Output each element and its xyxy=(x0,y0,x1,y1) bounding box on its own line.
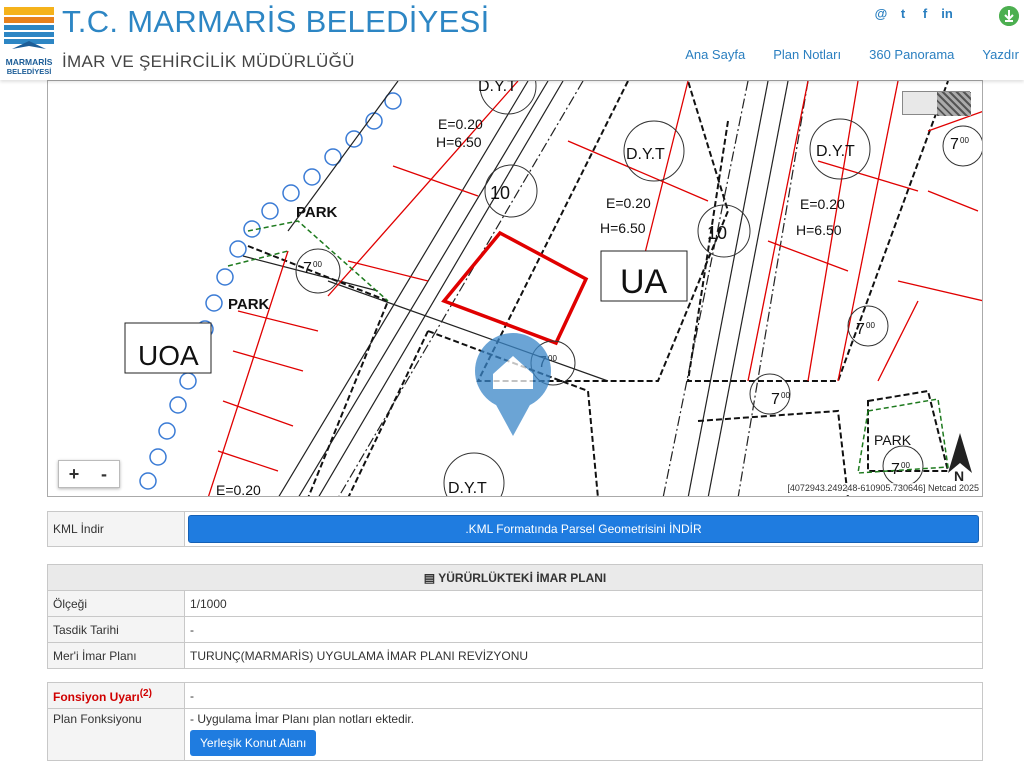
parcel-lines xyxy=(207,81,982,496)
svg-text:7: 7 xyxy=(771,391,780,408)
scale-label: Ölçeği xyxy=(47,590,185,617)
svg-text:PARK: PARK xyxy=(874,432,912,448)
svg-text:MARMARİS: MARMARİS xyxy=(6,57,53,67)
current-plan-label: Mer'i İmar Planı xyxy=(47,642,185,669)
svg-text:10: 10 xyxy=(490,183,510,203)
facebook-icon[interactable]: f xyxy=(918,6,932,21)
residential-area-button[interactable]: Yerleşik Konut Alanı xyxy=(190,730,317,756)
zoom-out-button[interactable]: - xyxy=(89,461,119,487)
zoning-map[interactable]: D.Y.T D.Y.T D.Y.T D.Y.T PARK PARK PARK U… xyxy=(47,80,983,497)
municipality-logo-icon[interactable]: MARMARİS BELEDİYESİ xyxy=(2,5,56,77)
layer-switcher-button[interactable] xyxy=(902,91,971,116)
svg-text:D.Y.T: D.Y.T xyxy=(626,146,665,163)
function-warning-label: Fonsiyon Uyarı(2) xyxy=(47,682,185,709)
twitter-icon[interactable]: t xyxy=(896,6,910,21)
svg-text:00: 00 xyxy=(960,136,969,145)
svg-text:D.Y.T: D.Y.T xyxy=(478,81,517,95)
org-subtitle: İMAR VE ŞEHİRCİLİK MÜDÜRLÜĞÜ xyxy=(62,52,355,71)
svg-text:UOA: UOA xyxy=(138,340,199,371)
road-lines xyxy=(242,81,809,496)
nav-home[interactable]: Ana Sayfa xyxy=(685,47,745,62)
nav-plan-notes[interactable]: Plan Notları xyxy=(773,47,841,62)
function-table: Fonsiyon Uyarı(2) - Plan Fonksiyonu - Uy… xyxy=(47,682,983,761)
kml-label: KML İndir xyxy=(47,511,185,547)
kml-download-button[interactable]: .KML Formatında Parsel Geometrisini İNDİ… xyxy=(188,515,979,543)
map-canvas[interactable]: D.Y.T D.Y.T D.Y.T D.Y.T PARK PARK PARK U… xyxy=(48,81,983,497)
svg-text:7: 7 xyxy=(891,461,900,478)
svg-text:H=6.50: H=6.50 xyxy=(600,220,646,236)
svg-text:N: N xyxy=(954,468,964,484)
org-name: T.C. MARMARİS BELEDİYESİ xyxy=(62,4,490,39)
document-icon: ▤ xyxy=(423,570,439,585)
plan-table: ▤ YÜRÜRLÜKTEKİ İMAR PLANI Ölçeği 1/1000 … xyxy=(47,564,983,669)
svg-text:00: 00 xyxy=(313,260,322,269)
svg-text:PARK: PARK xyxy=(228,296,270,313)
svg-text:7: 7 xyxy=(856,321,865,338)
svg-text:D.Y.T: D.Y.T xyxy=(448,480,487,497)
zoom-controls: + - xyxy=(58,460,120,488)
svg-text:7: 7 xyxy=(303,260,312,277)
svg-text:10: 10 xyxy=(707,223,727,243)
svg-text:E=0.20: E=0.20 xyxy=(800,196,845,212)
north-arrow-icon: N xyxy=(948,433,972,484)
nav-360-panorama[interactable]: 360 Panorama xyxy=(869,47,954,62)
function-warning-value: - xyxy=(184,682,983,709)
plan-title: YÜRÜRLÜKTEKİ İMAR PLANI xyxy=(438,570,607,585)
approval-date-label: Tasdik Tarihi xyxy=(47,616,185,643)
nav-print[interactable]: Yazdır xyxy=(982,47,1019,62)
svg-text:H=6.50: H=6.50 xyxy=(796,222,842,238)
svg-text:E=0.20: E=0.20 xyxy=(606,195,651,211)
zoom-in-button[interactable]: + xyxy=(59,461,89,487)
approval-date-value: - xyxy=(184,616,983,643)
svg-text:00: 00 xyxy=(781,391,790,400)
top-nav: Ana Sayfa Plan Notları 360 Panorama Yazd… xyxy=(685,47,1019,62)
svg-text:PARK: PARK xyxy=(296,204,338,221)
svg-text:H=6.50: H=6.50 xyxy=(436,134,482,150)
scale-value: 1/1000 xyxy=(184,590,983,617)
svg-text:UA: UA xyxy=(620,263,668,301)
current-plan-value: TURUNÇ(MARMARİS) UYGULAMA İMAR PLANI REV… xyxy=(184,642,983,669)
svg-text:00: 00 xyxy=(866,321,875,330)
svg-text:D.Y.T: D.Y.T xyxy=(816,143,855,160)
kml-table: KML İndir .KML Formatında Parsel Geometr… xyxy=(47,511,983,547)
email-icon[interactable]: @ xyxy=(874,6,888,21)
plan-function-value: - Uygulama İmar Planı plan notları ekted… xyxy=(190,712,415,726)
site-header: MARMARİS BELEDİYESİ T.C. MARMARİS BELEDİ… xyxy=(0,0,1024,80)
svg-text:E=0.20: E=0.20 xyxy=(438,116,483,132)
svg-text:7: 7 xyxy=(950,136,959,153)
selected-parcel[interactable] xyxy=(441,230,589,346)
zone-boxes xyxy=(124,250,688,374)
location-pin-icon xyxy=(475,333,551,436)
svg-text:BELEDİYESİ: BELEDİYESİ xyxy=(7,67,52,76)
svg-text:00: 00 xyxy=(901,461,910,470)
plan-section-header: ▤ YÜRÜRLÜKTEKİ İMAR PLANI xyxy=(47,564,983,591)
download-icon[interactable] xyxy=(999,6,1019,26)
map-labels: D.Y.T D.Y.T D.Y.T D.Y.T PARK PARK PARK U… xyxy=(138,81,969,497)
plan-function-label: Plan Fonksiyonu xyxy=(47,708,185,761)
coordinate-readout: [4072943.249248-610905.730646] Netcad 20… xyxy=(787,483,979,493)
social-links: @ t f in xyxy=(874,6,954,21)
linkedin-icon[interactable]: in xyxy=(940,6,954,21)
svg-text:E=0.20: E=0.20 xyxy=(216,482,261,497)
